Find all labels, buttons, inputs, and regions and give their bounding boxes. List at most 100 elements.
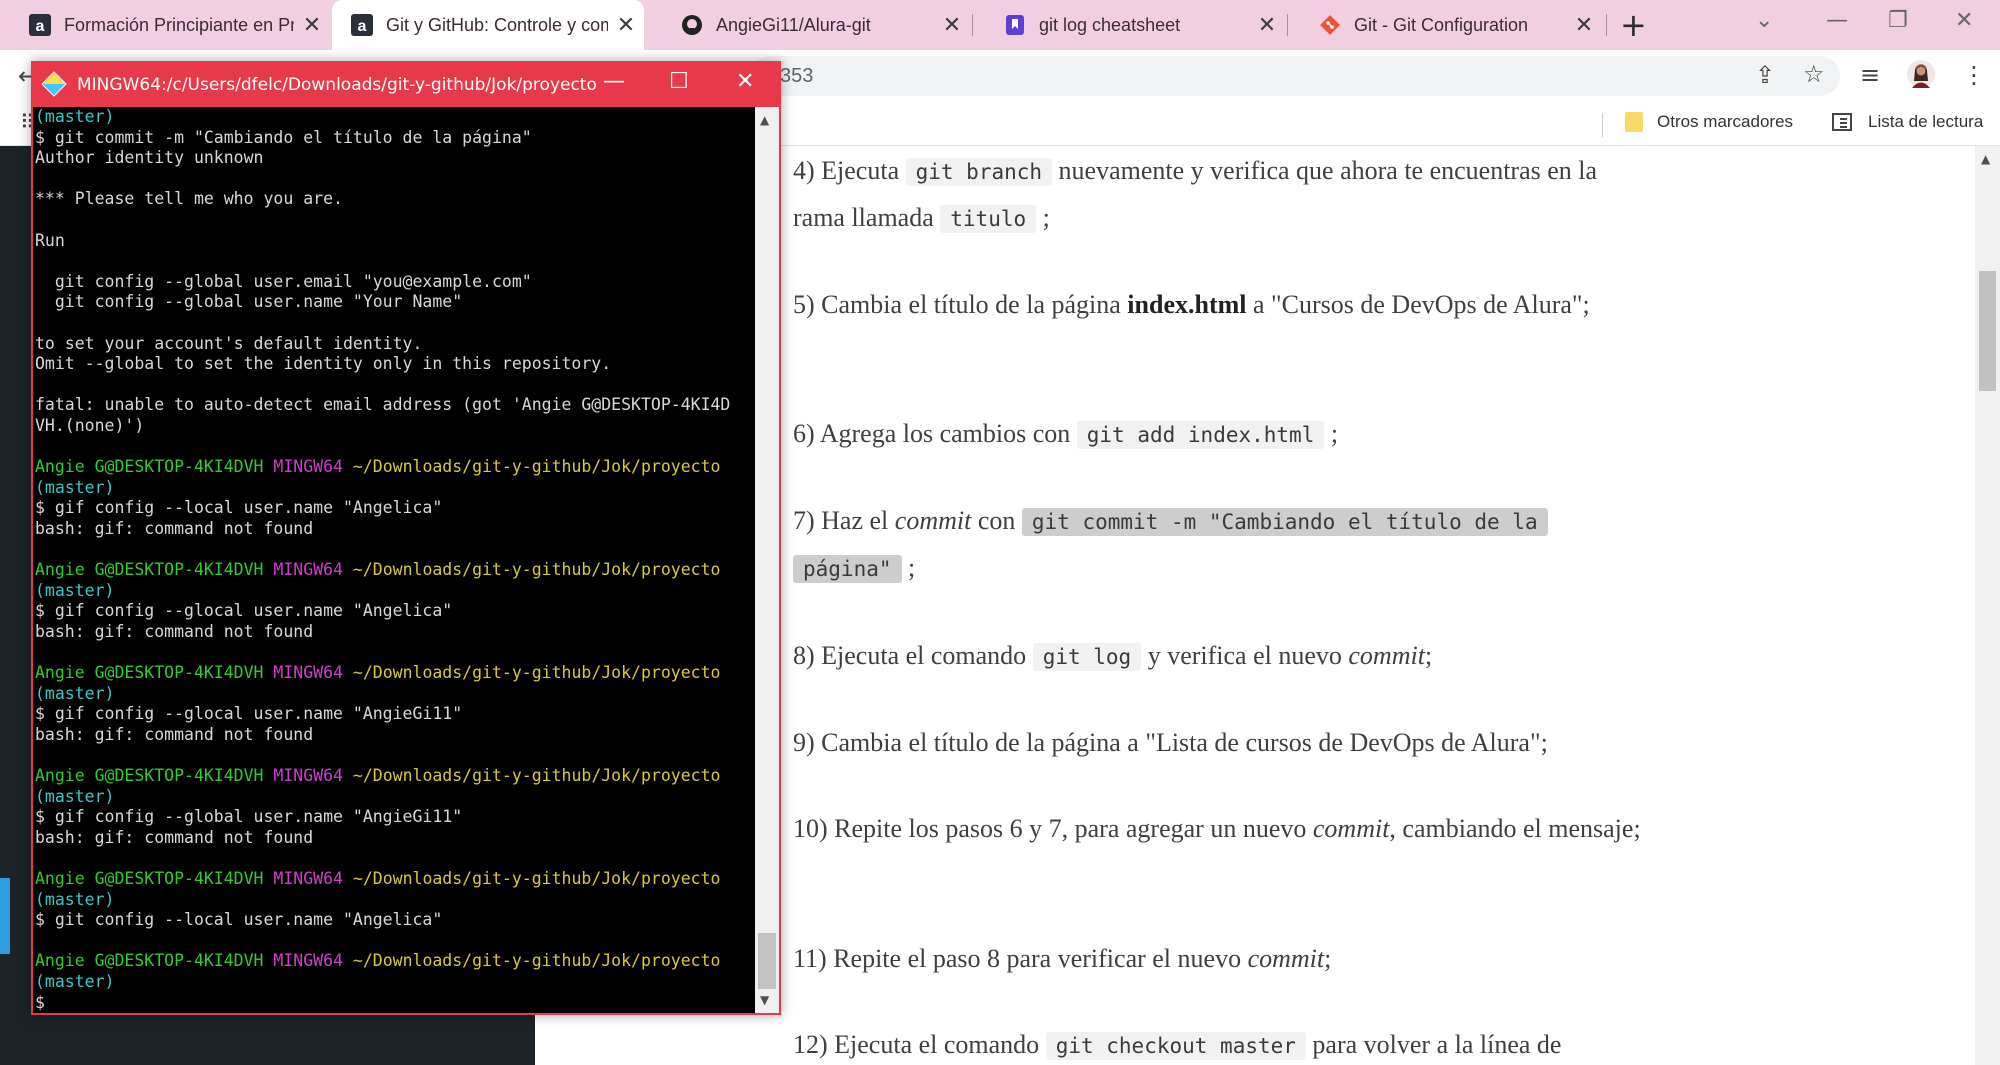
terminal-prompt: Angie G@DESKTOP-4KI4DVH MINGW64 ~/Downlo… (35, 951, 721, 971)
scroll-down-icon[interactable]: ▼ (760, 993, 769, 1007)
terminal-error: bash: gif: command not found (35, 621, 314, 641)
terminal-line: VH.(none)') (35, 415, 145, 435)
terminal-prompt: Angie G@DESKTOP-4KI4DVH MINGW64 ~/Downlo… (35, 766, 721, 785)
tab-title: Formación Principiante en Pr (64, 14, 294, 35)
close-icon[interactable]: ✕ (934, 13, 970, 38)
terminal-prompt: Angie G@DESKTOP-4KI4DVH MINGW64 ~/Downlo… (35, 560, 721, 580)
tab-title: Git - Git Configuration (1354, 14, 1529, 35)
terminal-line: fatal: unable to auto-detect email addre… (35, 395, 731, 415)
code-snippet: titulo (940, 205, 1037, 233)
code-snippet: git add index.html (1076, 421, 1325, 449)
scroll-up-icon[interactable]: ▲ (760, 113, 769, 127)
terminal-branch: (master) (35, 580, 115, 600)
other-bookmarks[interactable]: Otros marcadores (1625, 112, 1793, 132)
page-scrollbar[interactable]: ▲ (1975, 146, 2000, 1065)
terminal-branch: (master) (35, 477, 115, 497)
tab-title: Git y GitHub: Controle y com (386, 14, 608, 35)
alura-icon: a (350, 13, 374, 37)
terminal-line: git config --global user.email "you@exam… (35, 271, 532, 291)
bookmarks-separator (1602, 113, 1603, 137)
terminal-prompt: Angie G@DESKTOP-4KI4DVH MINGW64 ~/Downlo… (35, 457, 721, 477)
terminal-branch: (master) (35, 786, 115, 806)
terminal-error: bash: gif: command not found (35, 827, 314, 847)
github-icon (680, 13, 704, 37)
svg-text:a: a (358, 18, 367, 35)
mingw-icon (41, 71, 67, 97)
terminal-scrollbar[interactable]: ▲ ▼ (755, 107, 779, 1013)
other-bookmarks-label: Otros marcadores (1657, 112, 1794, 131)
tab-separator (972, 14, 973, 36)
step-6: 6) Agrega los cambios con git add index.… (793, 419, 1339, 449)
terminal-branch: (master) (35, 683, 115, 703)
step-12: 12) Ejecuta el comando git checkout mast… (793, 1030, 1562, 1060)
terminal-error: bash: gif: command not found (35, 518, 314, 538)
minimize-icon[interactable]: — (603, 69, 625, 94)
terminal-error: bash: gif: command not found (35, 724, 314, 744)
step-4: 4) Ejecuta git branch nuevamente y verif… (793, 156, 1598, 233)
tab-search-icon[interactable]: ⌄ (1755, 8, 1773, 33)
terminal-command: $ gif config --glocal user.name "Angelic… (35, 601, 453, 621)
window-close-icon[interactable]: ✕ (1955, 8, 1973, 33)
terminal-line: (master) (35, 107, 115, 126)
terminal-command: $ git commit -m "Cambiando el título de … (35, 127, 532, 147)
git-icon (1318, 13, 1342, 37)
svg-text:a: a (36, 18, 45, 35)
browser-tab-strip: a Formación Principiante en Pr ✕ a Git y… (0, 0, 2000, 50)
bookmark-icon (1003, 13, 1027, 37)
minimize-icon[interactable]: — (1826, 8, 1848, 33)
terminal-branch: (master) (35, 971, 115, 991)
terminal-scrollbar-thumb[interactable] (758, 933, 776, 989)
avatar[interactable] (1906, 59, 1936, 95)
terminal-branch: (master) (35, 889, 115, 909)
more-menu-icon[interactable]: ⋮ (1962, 61, 1986, 89)
step-10: 10) Repite los pasos 6 y 7, para agregar… (793, 814, 1641, 843)
file-name: index.html (1127, 290, 1247, 319)
new-tab-button[interactable]: + (1620, 6, 1647, 44)
terminal-command: $ gif config --local user.name "Angelica… (35, 498, 443, 518)
scroll-up-icon[interactable]: ▲ (1981, 152, 1990, 166)
share-icon[interactable]: ⇪ (1755, 61, 1775, 89)
terminal-prompt: Angie G@DESKTOP-4KI4DVH MINGW64 ~/Downlo… (35, 663, 721, 683)
terminal-input-line[interactable]: $ (35, 993, 753, 1013)
close-icon[interactable]: ✕ (294, 13, 330, 38)
close-icon[interactable]: ✕ (608, 13, 644, 38)
terminal-command: $ git config --local user.name "Angelica… (35, 910, 443, 930)
code-snippet-selected: git commit -m "Cambiando el título de la (1021, 508, 1548, 536)
page-scrollbar-thumb[interactable] (1979, 271, 1996, 391)
terminal-line: Run (35, 230, 65, 250)
terminal-line: git config --global user.name "Your Name… (35, 292, 463, 312)
step-7: 7) Haz el commit con git commit -m "Camb… (793, 498, 1653, 592)
restore-icon[interactable]: ❐ (1888, 8, 1908, 33)
tab-git-log-cheatsheet[interactable]: git log cheatsheet ✕ (975, 0, 1285, 50)
reading-list[interactable]: Lista de lectura (1832, 112, 1983, 132)
tab-separator (1287, 14, 1288, 36)
git-bash-terminal[interactable]: MINGW64:/c/Users/dfelc/Downloads/git-y-g… (31, 61, 781, 1015)
media-control-icon[interactable]: ≡ (1860, 61, 1880, 89)
tab-github-repo[interactable]: AngieGi11/Alura-git ✕ (652, 0, 970, 50)
reading-list-label: Lista de lectura (1868, 112, 1984, 131)
sidebar-active-marker (0, 878, 10, 954)
tab-formacion[interactable]: a Formación Principiante en Pr ✕ (0, 0, 330, 50)
terminal-command: $ gif config --glocal user.name "AngieGi… (35, 704, 463, 724)
tab-title: AngieGi11/Alura-git (716, 14, 871, 35)
terminal-line: *** Please tell me who you are. (35, 189, 343, 209)
code-snippet-selected: página" (793, 555, 902, 583)
maximize-icon[interactable]: ☐ (669, 69, 689, 94)
close-icon[interactable]: ✕ (1566, 13, 1602, 38)
reading-list-icon (1832, 113, 1852, 131)
terminal-output[interactable]: (master) $ git commit -m "Cambiando el tí… (35, 107, 753, 1013)
code-snippet: git branch (905, 158, 1053, 186)
tab-separator (1606, 14, 1607, 36)
terminal-titlebar[interactable]: MINGW64:/c/Users/dfelc/Downloads/git-y-g… (33, 63, 779, 107)
terminal-title: MINGW64:/c/Users/dfelc/Downloads/git-y-g… (77, 75, 597, 95)
address-bar-url: 353 (780, 65, 814, 87)
star-icon[interactable]: ☆ (1803, 60, 1825, 88)
tab-git-configuration[interactable]: Git - Git Configuration ✕ (1290, 0, 1602, 50)
tab-title: git log cheatsheet (1039, 14, 1181, 35)
terminal-line: Omit --global to set the identity only i… (35, 354, 612, 374)
tab-git-github[interactable]: a Git y GitHub: Controle y com ✕ (332, 0, 644, 50)
close-icon[interactable]: ✕ (1249, 13, 1285, 38)
close-icon[interactable]: ✕ (736, 69, 754, 94)
code-snippet: git checkout master (1045, 1032, 1306, 1060)
address-bar[interactable]: 353 (750, 56, 1840, 96)
